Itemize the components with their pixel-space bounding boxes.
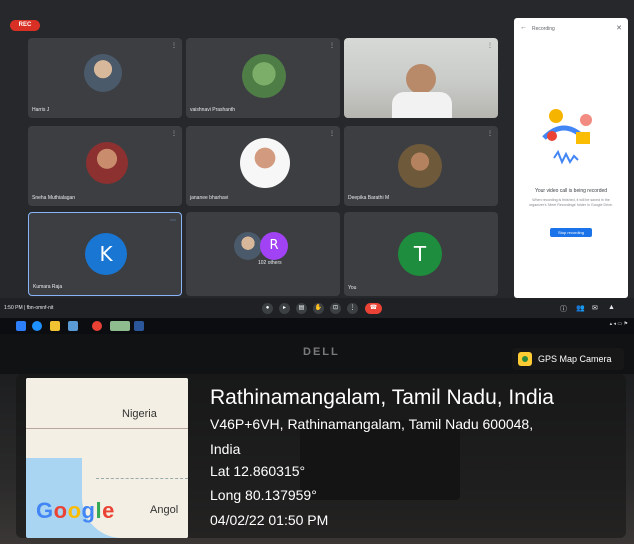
camera-icon[interactable]: ▸	[279, 303, 290, 314]
participant-photo	[242, 54, 286, 98]
location-country: India	[210, 441, 241, 457]
captions-icon[interactable]: ▤	[296, 303, 307, 314]
start-icon[interactable]	[16, 321, 26, 331]
participant-tile[interactable]: ⋮ Harris J	[28, 38, 182, 118]
others-tile[interactable]: R 102 others	[186, 212, 340, 296]
participant-photo	[398, 144, 442, 188]
participant-video-tile[interactable]: ⋮	[344, 38, 498, 118]
participant-tile-active[interactable]: K ⋯ Kumara Raja	[28, 212, 182, 296]
others-count: 102 others	[258, 260, 282, 266]
monitor-screen: REC ⋮ Harris J ⋮ vaishnavi Prashanth ⋮ ⋮…	[0, 0, 634, 318]
map-land	[26, 378, 188, 458]
participant-photo	[234, 232, 262, 260]
participant-name: Kumara Raja	[33, 284, 63, 290]
participant-name: You	[348, 285, 357, 291]
gps-app-badge: GPS Map Camera	[512, 348, 624, 370]
word-icon[interactable]	[134, 321, 144, 331]
participant-name: jananee bharhavi	[190, 195, 229, 201]
stop-recording-button[interactable]: Stop recording	[550, 228, 592, 237]
participant-avatar: T	[398, 232, 442, 276]
pin-icon[interactable]: ⋮	[171, 130, 177, 137]
close-icon[interactable]: ✕	[616, 24, 622, 32]
camera-app-icon	[518, 352, 532, 366]
pin-icon[interactable]: ⋮	[329, 42, 335, 49]
participant-photo	[240, 138, 290, 188]
map-label: Nigeria	[122, 408, 157, 420]
arrow-left-icon[interactable]: ←	[520, 24, 527, 31]
participant-photo	[84, 54, 122, 92]
more-options-icon[interactable]: ⋮	[347, 303, 358, 314]
people-icon[interactable]: 👥	[576, 304, 585, 312]
participant-avatar: K	[85, 233, 127, 275]
participant-name: vaishnavi Prashanth	[190, 107, 236, 113]
person-head	[406, 64, 436, 94]
recording-illustration	[542, 109, 592, 165]
participant-tile[interactable]: ⋮ Deepika Barathi M	[344, 126, 498, 206]
participant-tile[interactable]: ⋮ Sneha Muthialagan	[28, 126, 182, 206]
self-tile[interactable]: T You	[344, 212, 498, 296]
location-address: V46P+6VH, Rathinamangalam, Tamil Nadu 60…	[210, 416, 534, 432]
taskbar: ▴ ◂ ▭ ⚑	[0, 318, 634, 334]
pin-icon[interactable]: ⋮	[487, 130, 493, 137]
person-shirt	[392, 92, 452, 118]
map-label: Angol	[150, 504, 179, 516]
google-logo: Google	[36, 498, 115, 523]
chat-icon[interactable]: ✉	[592, 304, 598, 312]
location-datetime: 04/02/22 01:50 PM	[210, 512, 329, 528]
map-border-line	[26, 428, 188, 429]
pin-icon[interactable]: ⋮	[329, 130, 335, 137]
location-place: Rathinamangalam, Tamil Nadu, India	[210, 386, 554, 409]
recording-badge: REC	[10, 20, 40, 31]
system-tray[interactable]: ▴ ◂ ▭ ⚑	[610, 321, 628, 327]
panel-heading: Your video call is being recorded	[534, 188, 608, 194]
panel-title: Recording	[532, 26, 555, 32]
activities-icon[interactable]: ▲	[608, 304, 615, 311]
participant-name: Sneha Muthialagan	[32, 195, 76, 201]
participant-name: Deepika Barathi M	[348, 195, 390, 201]
map-border-line	[96, 478, 188, 479]
present-icon[interactable]: ⊡	[330, 303, 341, 314]
monitor-brand-logo: DELL	[303, 346, 340, 358]
participant-tile[interactable]: ⋮ jananee bharhavi	[186, 126, 340, 206]
pin-icon[interactable]: ⋮	[171, 42, 177, 49]
participant-photo	[86, 142, 128, 184]
meet-control-bar: 1:50 PM | fbn-omnf-nit ● ▸ ▤ ✋ ⊡ ⋮ ☎ ⓘ 👥…	[0, 298, 634, 318]
location-map: Nigeria Angol Google	[26, 378, 188, 538]
app-icon[interactable]	[68, 321, 78, 331]
raise-hand-icon[interactable]: ✋	[313, 303, 324, 314]
map-land	[82, 448, 188, 538]
meet-window-icon[interactable]	[110, 321, 130, 331]
panel-description: When recording is finished, it will be s…	[529, 198, 613, 207]
participant-name: Harris J	[32, 107, 50, 113]
end-call-button[interactable]: ☎	[365, 303, 382, 314]
chrome-icon[interactable]	[92, 321, 102, 331]
info-icon[interactable]: ⓘ	[560, 304, 567, 314]
mic-icon[interactable]: ●	[262, 303, 273, 314]
gps-app-label: GPS Map Camera	[538, 354, 612, 364]
meeting-info: 1:50 PM | fbn-omnf-nit	[4, 305, 54, 311]
recording-panel: ← Recording ✕ Your video call is being r…	[514, 18, 628, 298]
location-longitude: Long 80.137959°	[210, 487, 317, 503]
pin-icon[interactable]: ⋮	[487, 42, 493, 49]
browser-icon[interactable]	[32, 321, 42, 331]
more-options-icon[interactable]: ⋯	[170, 217, 176, 224]
location-latitude: Lat 12.860315°	[210, 463, 306, 479]
participant-avatar: R	[260, 232, 288, 260]
participant-tile[interactable]: ⋮ vaishnavi Prashanth	[186, 38, 340, 118]
folder-icon[interactable]	[50, 321, 60, 331]
